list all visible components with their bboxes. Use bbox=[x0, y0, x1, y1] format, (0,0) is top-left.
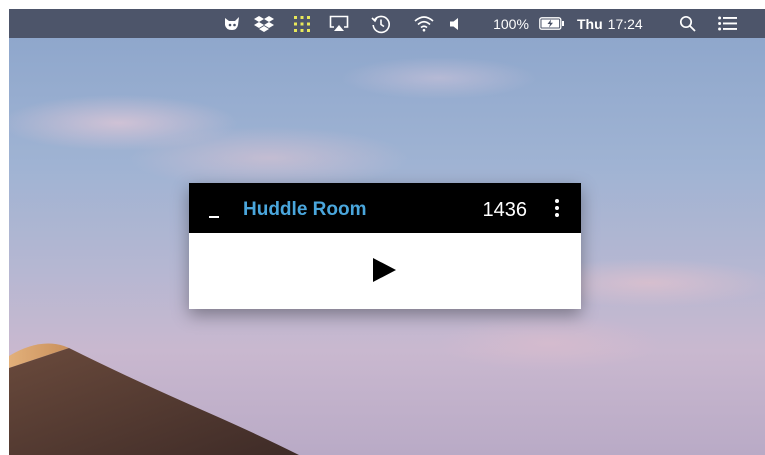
vertical-dots-icon bbox=[555, 199, 559, 217]
battery-charging-icon[interactable] bbox=[538, 9, 566, 38]
time-machine-icon[interactable] bbox=[369, 9, 393, 38]
wifi-icon[interactable] bbox=[412, 9, 436, 38]
battery-percent[interactable]: 100% bbox=[487, 9, 535, 38]
play-button[interactable] bbox=[369, 255, 399, 285]
play-icon bbox=[373, 258, 396, 282]
menu-bar: 100% Thu 17:24 bbox=[9, 9, 765, 38]
clock-time: 17:24 bbox=[607, 15, 643, 32]
widget-body bbox=[189, 233, 581, 309]
room-number: 1436 bbox=[482, 199, 528, 221]
notification-center-icon[interactable] bbox=[715, 9, 741, 38]
airplay-icon[interactable] bbox=[327, 9, 351, 38]
clock[interactable]: Thu 17:24 bbox=[577, 9, 663, 38]
more-options-button[interactable] bbox=[547, 183, 567, 233]
room-name: Huddle Room bbox=[243, 199, 367, 220]
volume-icon[interactable] bbox=[446, 9, 464, 38]
screen: 100% Thu 17:24 Huddle Room 1436 bbox=[0, 0, 765, 455]
minimize-button[interactable] bbox=[205, 183, 225, 233]
cat-app-icon[interactable] bbox=[221, 9, 243, 38]
room-widget: Huddle Room 1436 bbox=[189, 183, 581, 309]
clock-day: Thu bbox=[577, 15, 603, 32]
spotlight-search-icon[interactable] bbox=[676, 9, 698, 38]
dropbox-icon[interactable] bbox=[252, 9, 276, 38]
minimize-icon bbox=[209, 216, 219, 218]
widget-header: Huddle Room 1436 bbox=[189, 183, 581, 233]
grid-app-icon[interactable] bbox=[291, 9, 313, 38]
